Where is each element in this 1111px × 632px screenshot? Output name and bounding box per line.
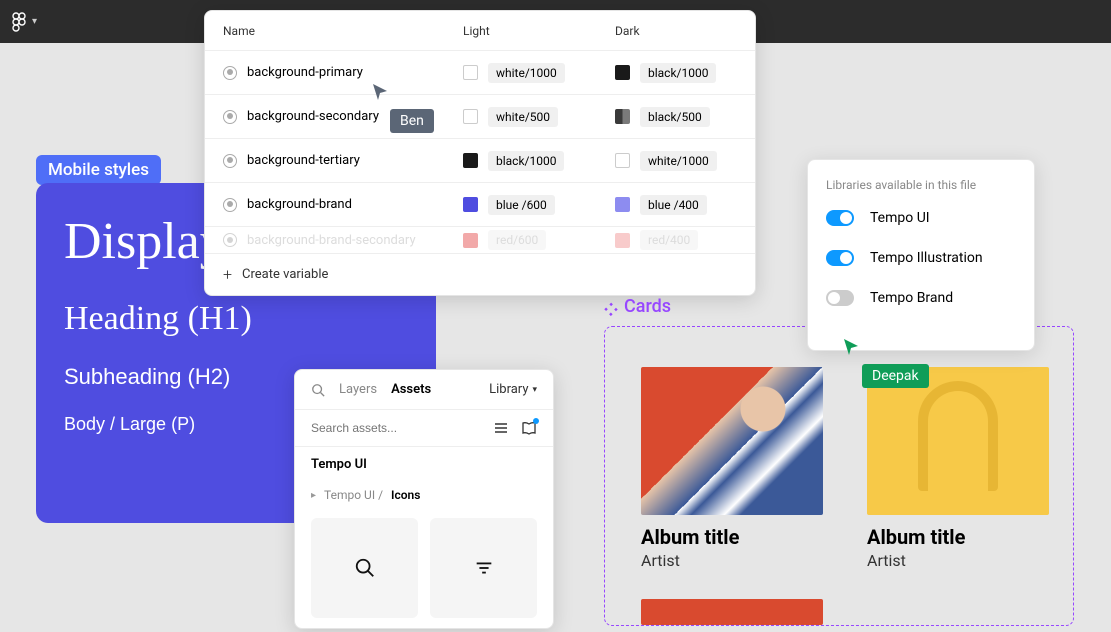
- list-view-icon[interactable]: [493, 420, 509, 436]
- color-label: black/500: [640, 107, 710, 127]
- cards-frame[interactable]: Album title Artist Album title Artist: [604, 326, 1074, 626]
- collaborator-label-deepak: Deepak: [862, 364, 929, 388]
- card-artist: Artist: [641, 551, 823, 570]
- library-toggle[interactable]: [826, 250, 854, 266]
- library-toggle[interactable]: [826, 290, 854, 306]
- figma-icon: [12, 12, 26, 32]
- tab-assets[interactable]: Assets: [391, 382, 431, 397]
- library-name-label: Tempo UI: [870, 210, 930, 226]
- plus-icon: +: [223, 265, 232, 284]
- color-label: red/600: [488, 230, 546, 250]
- card-title: Album title: [867, 525, 1049, 549]
- libraries-panel[interactable]: Libraries available in this file Tempo U…: [807, 159, 1035, 351]
- color-swatch: [463, 153, 478, 168]
- component-icon: [604, 300, 618, 314]
- color-swatch: [615, 153, 630, 168]
- color-label: black/1000: [488, 151, 564, 171]
- library-dropdown-label: Library: [489, 382, 528, 397]
- variable-name: background-secondary: [247, 109, 379, 124]
- color-swatch: [463, 233, 478, 248]
- variable-icon: [223, 233, 237, 247]
- asset-tile-filter[interactable]: [430, 518, 537, 618]
- tab-layers[interactable]: Layers: [339, 382, 377, 397]
- variable-name: background-tertiary: [247, 153, 360, 168]
- variable-icon: [223, 66, 237, 80]
- color-swatch: [463, 65, 478, 80]
- libraries-title: Libraries available in this file: [826, 178, 1016, 192]
- variable-row[interactable]: background-secondary white/500 black/500: [205, 95, 755, 139]
- notification-dot: [533, 418, 539, 424]
- heading-text: Heading (H1): [64, 300, 408, 338]
- cards-label-text: Cards: [624, 296, 671, 317]
- search-icon[interactable]: [311, 383, 325, 397]
- chevron-down-icon: ▾: [532, 385, 537, 395]
- card-item[interactable]: Album title Artist: [641, 367, 823, 585]
- col-header-name: Name: [205, 24, 449, 38]
- variables-panel[interactable]: Name Light Dark background-primary white…: [204, 10, 756, 296]
- library-dropdown[interactable]: Library ▾: [489, 382, 537, 397]
- collaborator-cursor-deepak: [843, 338, 861, 356]
- variables-header: Name Light Dark: [205, 11, 755, 51]
- variable-row[interactable]: background-tertiary black/1000 white/100…: [205, 139, 755, 183]
- library-book-icon[interactable]: [521, 420, 537, 436]
- col-header-light: Light: [449, 24, 601, 38]
- card-image-placeholder: [867, 367, 1049, 515]
- variable-icon: [223, 198, 237, 212]
- color-swatch: [615, 109, 630, 124]
- color-swatch: [615, 197, 630, 212]
- library-row: Tempo Illustration: [826, 250, 1016, 266]
- card-artist: Artist: [867, 551, 1049, 570]
- color-swatch: [463, 197, 478, 212]
- color-label: blue /600: [488, 195, 555, 215]
- variable-name: background-brand-secondary: [247, 233, 416, 248]
- create-variable-label: Create variable: [242, 267, 328, 282]
- search-input[interactable]: [311, 421, 481, 435]
- color-swatch: [463, 109, 478, 124]
- variable-icon: [223, 110, 237, 124]
- caret-right-icon: ▸: [311, 490, 316, 501]
- color-swatch: [615, 233, 630, 248]
- asset-tile-search[interactable]: [311, 518, 418, 618]
- breadcrumb-root: Tempo UI /: [324, 488, 383, 502]
- frame-label-mobile-styles[interactable]: Mobile styles: [36, 155, 161, 185]
- color-label: blue /400: [640, 195, 707, 215]
- assets-panel[interactable]: Layers Assets Library ▾ Tempo UI ▸ Tempo…: [294, 369, 554, 629]
- assets-tabs: Layers Assets Library ▾: [295, 370, 553, 410]
- library-name: Tempo UI: [295, 447, 553, 482]
- figma-menu-button[interactable]: ▾: [12, 12, 37, 32]
- variable-name: background-brand: [247, 197, 352, 212]
- color-label: white/1000: [640, 151, 717, 171]
- collaborator-label-ben: Ben: [390, 109, 434, 133]
- assets-breadcrumb[interactable]: ▸ Tempo UI / Icons: [295, 482, 553, 508]
- card-item[interactable]: Album title Artist: [867, 367, 1049, 585]
- variable-row[interactable]: background-primary white/1000 black/1000: [205, 51, 755, 95]
- library-row: Tempo UI: [826, 210, 1016, 226]
- library-name-label: Tempo Brand: [870, 290, 953, 306]
- col-header-dark: Dark: [601, 24, 755, 38]
- color-label: white/1000: [488, 63, 565, 83]
- variable-row[interactable]: background-brand-secondary red/600 red/4…: [205, 227, 755, 253]
- create-variable-button[interactable]: + Create variable: [205, 253, 755, 295]
- library-toggle[interactable]: [826, 210, 854, 226]
- color-label: red/400: [640, 230, 698, 250]
- card-image-placeholder: [641, 599, 823, 625]
- library-name-label: Tempo Illustration: [870, 250, 983, 266]
- chevron-down-icon: ▾: [32, 16, 37, 27]
- variable-name: background-primary: [247, 65, 363, 80]
- color-swatch: [615, 65, 630, 80]
- variable-icon: [223, 154, 237, 168]
- variable-row[interactable]: background-brand blue /600 blue /400: [205, 183, 755, 227]
- color-label: white/500: [488, 107, 558, 127]
- assets-icon-grid: [295, 508, 553, 628]
- card-image-placeholder: [641, 367, 823, 515]
- breadcrumb-leaf: Icons: [391, 488, 420, 502]
- assets-search-row: [295, 410, 553, 447]
- color-label: black/1000: [640, 63, 716, 83]
- library-row: Tempo Brand: [826, 290, 1016, 306]
- card-title: Album title: [641, 525, 823, 549]
- frame-label-cards[interactable]: Cards: [604, 296, 671, 317]
